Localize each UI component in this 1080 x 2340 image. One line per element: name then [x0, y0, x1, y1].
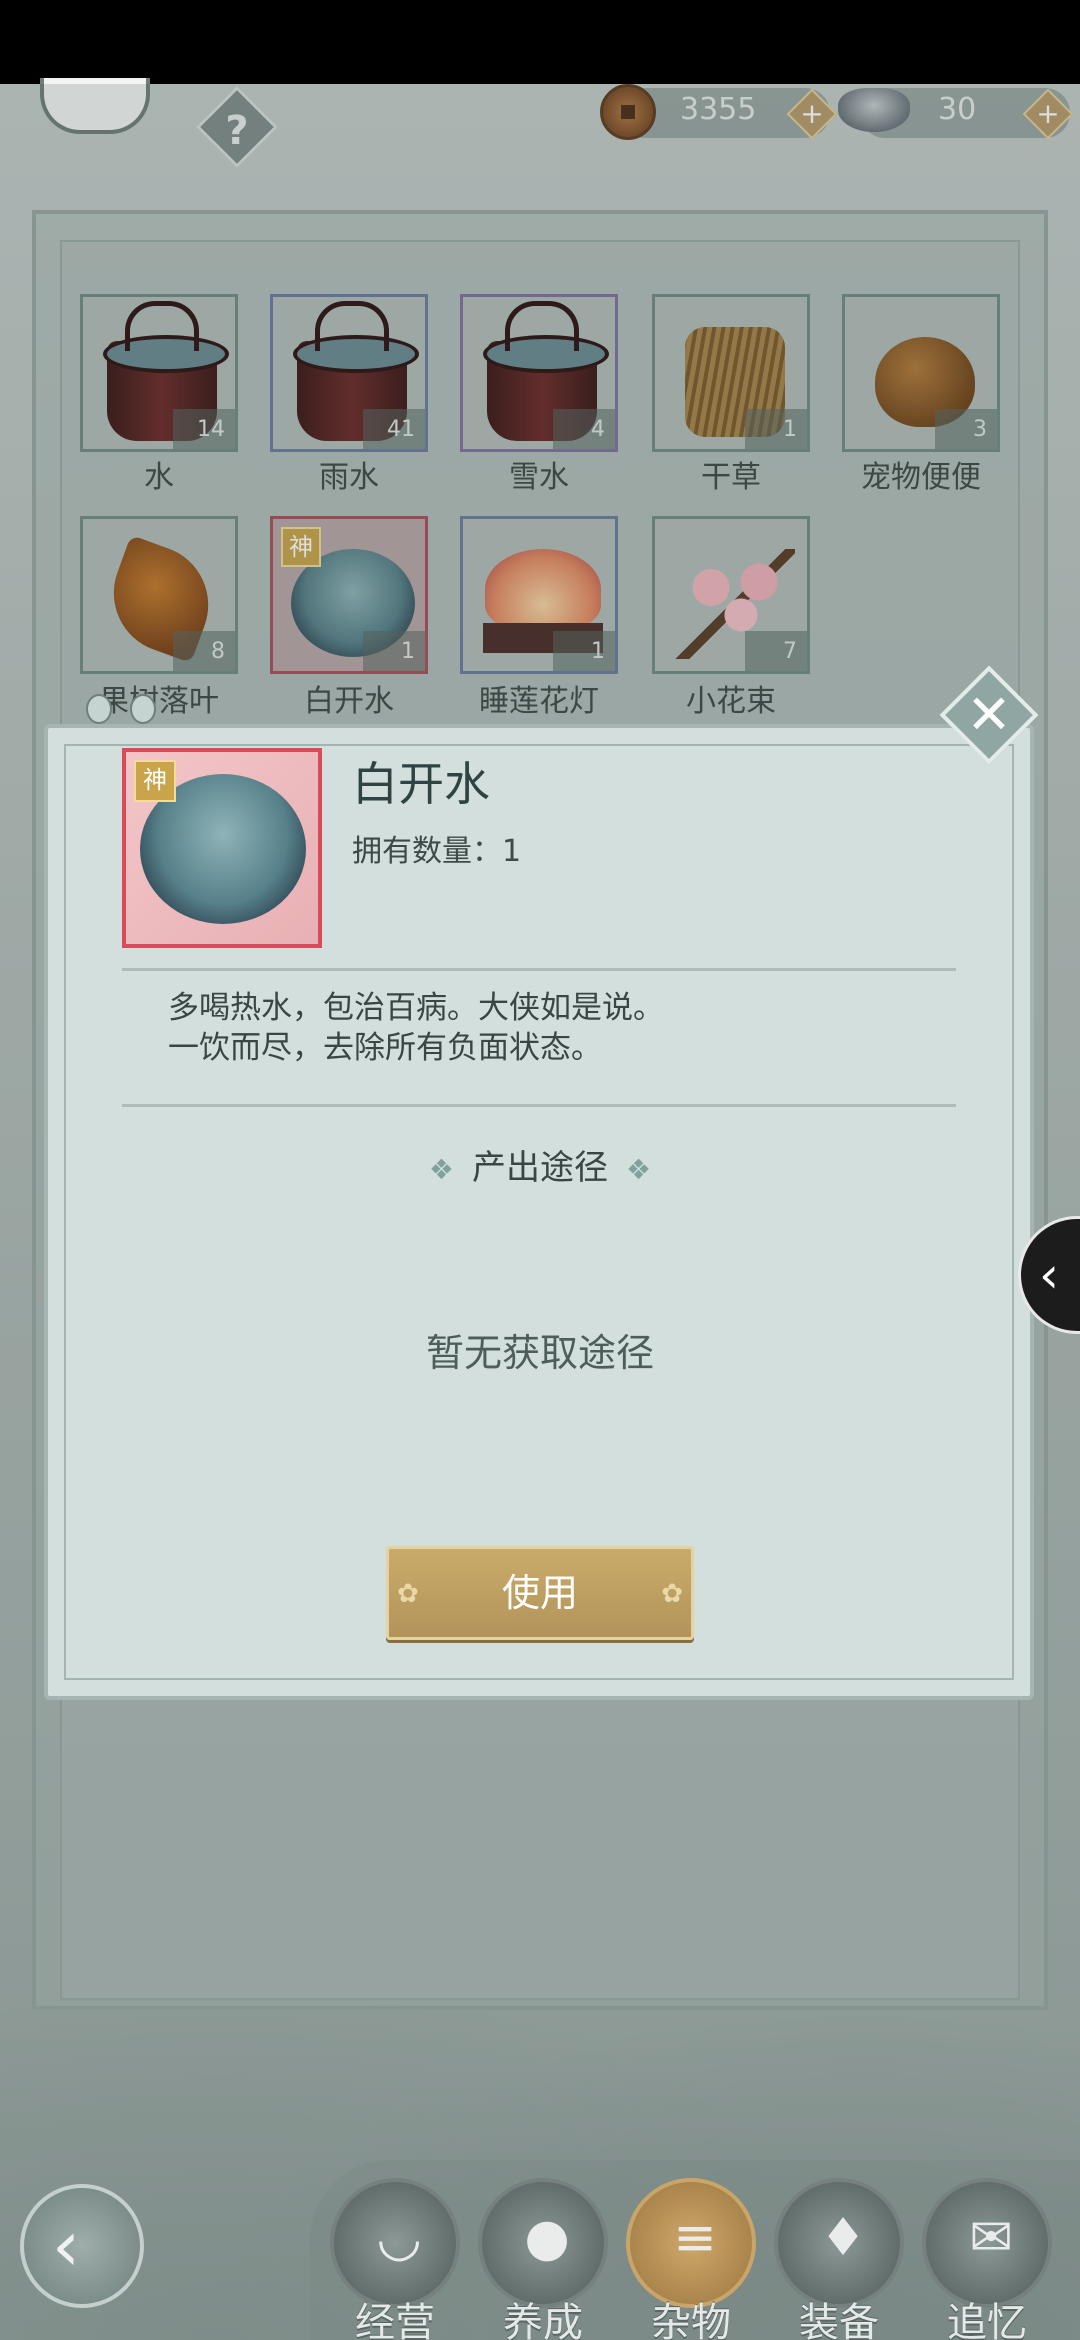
- description-line: 一饮而尽，去除所有负面状态。: [168, 1030, 602, 1066]
- item-description: 多喝热水，包治百病。大侠如是说。 一饮而尽，去除所有负面状态。: [168, 988, 664, 1068]
- source-heading-text: 产出途径: [472, 1148, 608, 1188]
- orb-icon: ●: [478, 2178, 608, 2308]
- owned-value: 1: [502, 834, 522, 869]
- bird-ornament-icon: [80, 684, 170, 724]
- item-detail-icon: 神: [122, 748, 322, 948]
- chevron-left-icon: ‹: [1039, 1246, 1059, 1304]
- envelope-icon: ✉: [922, 2178, 1052, 2308]
- status-bar: [0, 0, 1080, 84]
- nav-item-business[interactable]: ◡ 经营: [330, 2178, 462, 2340]
- owned-label: 拥有数量：: [352, 834, 502, 869]
- description-line: 多喝热水，包治百病。大侠如是说。: [168, 990, 664, 1026]
- flower-ornament-icon: ✿: [397, 1579, 419, 1609]
- nav-item-equipment[interactable]: ♦ 装备: [774, 2178, 906, 2340]
- nav-item-misc[interactable]: ≡ 杂物: [626, 2178, 758, 2340]
- no-source-message: 暂无获取途径: [425, 1331, 654, 1375]
- nav-item-cultivate[interactable]: ● 养成: [478, 2178, 610, 2340]
- item-title: 白开水: [352, 757, 490, 811]
- bundle-icon: ≡: [626, 2178, 756, 2308]
- nav-item-memories[interactable]: ✉ 追忆: [922, 2178, 1054, 2340]
- back-button[interactable]: ‹: [20, 2184, 144, 2308]
- ornament-icon: ❖: [626, 1153, 652, 1186]
- flower-ornament-icon: ✿: [661, 1579, 683, 1609]
- divider: [122, 968, 956, 971]
- nav-label: 追忆: [947, 2300, 1027, 2340]
- owned-quantity: 拥有数量：1: [352, 826, 521, 870]
- use-button[interactable]: ✿ 使用 ✿: [386, 1546, 694, 1640]
- ornament-icon: ❖: [428, 1153, 454, 1186]
- bowl-icon: ◡: [330, 2178, 460, 2308]
- use-button-label: 使用: [501, 1571, 578, 1615]
- divine-badge: 神: [134, 760, 176, 802]
- robe-icon: ♦: [774, 2178, 904, 2308]
- back-arrow-icon: ‹: [52, 2205, 80, 2287]
- nav-label: 装备: [799, 2300, 879, 2340]
- nav-label: 养成: [503, 2300, 583, 2340]
- nav-label: 经营: [355, 2300, 435, 2340]
- close-icon: ✕: [966, 683, 1012, 746]
- divider: [122, 1104, 956, 1107]
- source-heading: ❖ 产出途径 ❖: [0, 1140, 1080, 1189]
- nav-label: 杂物: [651, 2300, 731, 2340]
